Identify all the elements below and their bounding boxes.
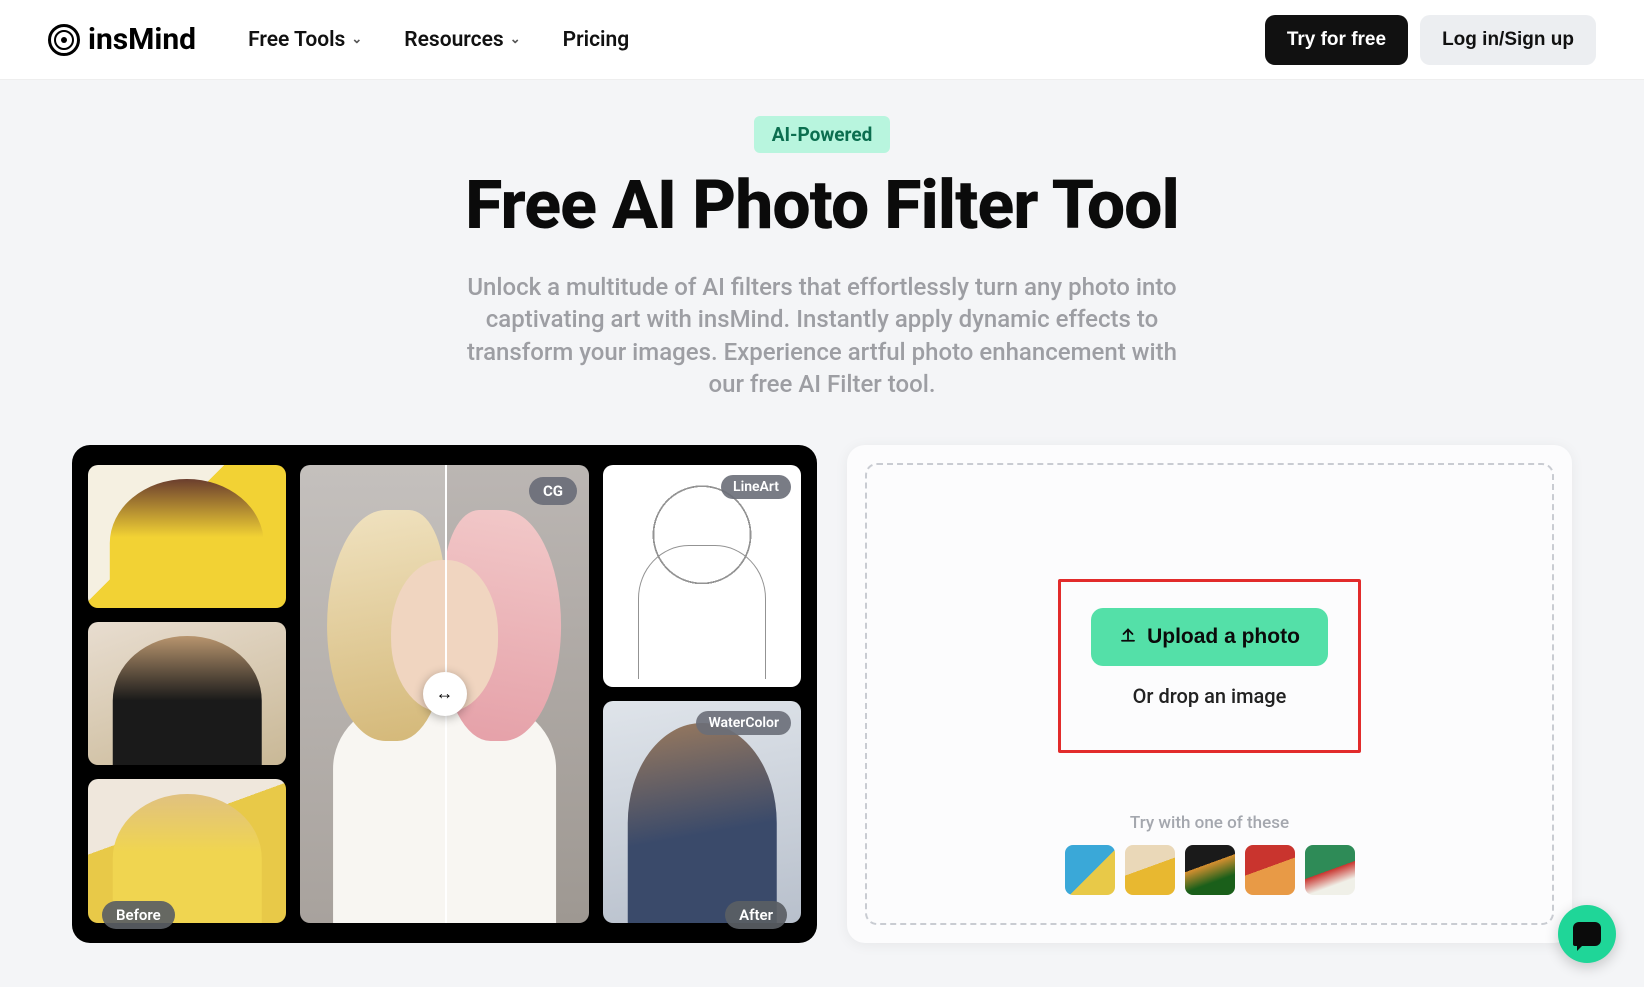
main-nav: Free Tools ⌄ Resources ⌄ Pricing <box>248 28 629 52</box>
ai-powered-pill: AI-Powered <box>754 116 891 153</box>
nav-free-tools[interactable]: Free Tools ⌄ <box>248 28 362 52</box>
left-thumbnails <box>88 465 286 923</box>
lineart-tag: LineArt <box>721 475 791 499</box>
sample-image[interactable] <box>1125 845 1175 895</box>
logo[interactable]: insMind <box>48 22 196 57</box>
sample-image[interactable] <box>1065 845 1115 895</box>
after-label: After <box>725 901 787 929</box>
brand-name: insMind <box>88 22 196 57</box>
sample-images-row <box>1065 845 1355 895</box>
watercolor-tag: WaterColor <box>696 711 791 735</box>
try-for-free-button[interactable]: Try for free <box>1265 15 1408 65</box>
logo-icon <box>48 24 80 56</box>
chat-icon <box>1573 922 1601 946</box>
highlight-box: Upload a photo Or drop an image <box>1058 579 1361 753</box>
before-after-compare: CG ↔ <box>300 465 589 923</box>
upload-photo-button[interactable]: Upload a photo <box>1091 608 1328 666</box>
drop-zone[interactable]: Upload a photo Or drop an image Try with… <box>865 463 1554 925</box>
try-samples-section: Try with one of these <box>1065 813 1355 895</box>
nav-pricing[interactable]: Pricing <box>563 28 630 52</box>
drop-image-text: Or drop an image <box>1091 684 1328 708</box>
hero-section: AI-Powered Free AI Photo Filter Tool Unl… <box>0 80 1644 401</box>
upload-button-label: Upload a photo <box>1147 625 1300 649</box>
page-subtitle: Unlock a multitude of AI filters that ef… <box>457 271 1187 401</box>
chevron-down-icon: ⌄ <box>351 32 362 47</box>
nav-resources-label: Resources <box>404 28 503 52</box>
chat-button[interactable] <box>1558 905 1616 963</box>
try-samples-label: Try with one of these <box>1065 813 1355 833</box>
sample-image[interactable] <box>1185 845 1235 895</box>
nav-pricing-label: Pricing <box>563 28 630 52</box>
page-title: Free AI Photo Filter Tool <box>0 165 1644 245</box>
before-label: Before <box>102 901 175 929</box>
chevron-down-icon: ⌄ <box>510 32 521 47</box>
login-signup-button[interactable]: Log in/Sign up <box>1420 15 1596 65</box>
sample-thumb <box>88 622 286 765</box>
right-thumbnails: LineArt WaterColor <box>603 465 801 923</box>
header-actions: Try for free Log in/Sign up <box>1265 15 1596 65</box>
sample-image[interactable] <box>1245 845 1295 895</box>
watercolor-thumb: WaterColor <box>603 701 801 923</box>
upload-panel: Upload a photo Or drop an image Try with… <box>847 445 1572 943</box>
header: insMind Free Tools ⌄ Resources ⌄ Pricing… <box>0 0 1644 80</box>
sample-image[interactable] <box>1305 845 1355 895</box>
showcase-panel: CG ↔ LineArt WaterColor Before After <box>72 445 817 943</box>
nav-resources[interactable]: Resources ⌄ <box>404 28 520 52</box>
main-content: CG ↔ LineArt WaterColor Before After <box>0 401 1644 943</box>
lineart-thumb: LineArt <box>603 465 801 687</box>
sample-thumb <box>88 465 286 608</box>
compare-slider-handle[interactable]: ↔ <box>423 672 467 716</box>
cg-tag: CG <box>529 477 577 505</box>
upload-icon <box>1119 625 1137 648</box>
nav-free-tools-label: Free Tools <box>248 28 345 52</box>
